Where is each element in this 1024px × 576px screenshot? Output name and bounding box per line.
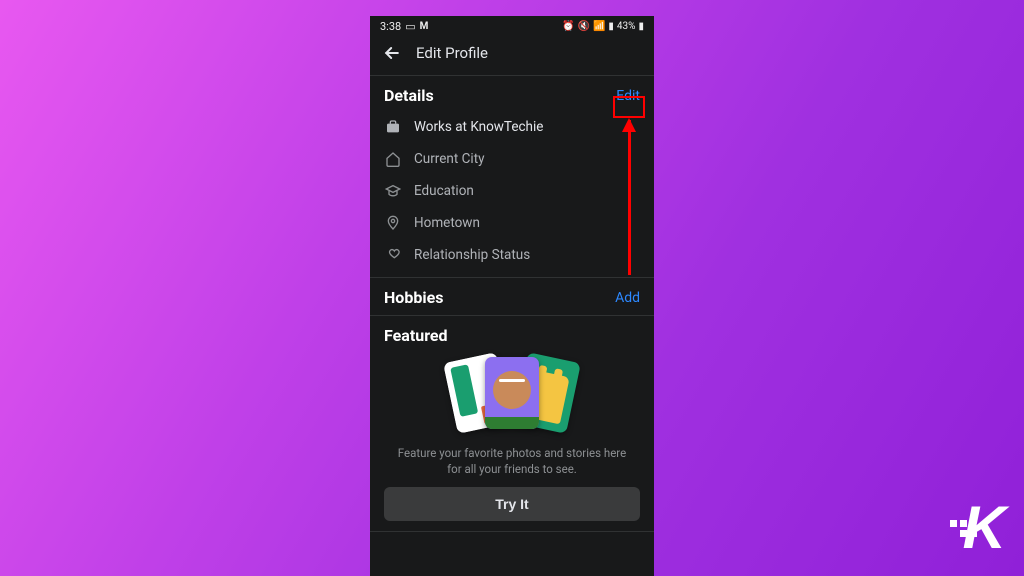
- battery-icon: ▮: [638, 21, 644, 32]
- brand-logo-k: K: [963, 493, 1002, 562]
- signal-icon: ▮: [608, 21, 614, 32]
- status-icon-m: M: [420, 21, 429, 32]
- details-heading: Details: [384, 86, 434, 105]
- status-bar: 3:38 ▭ M ⏰ 🔇 📶 ▮ 43% ▮: [370, 16, 654, 35]
- back-arrow-icon[interactable]: [382, 43, 402, 63]
- alarm-icon: ⏰: [562, 21, 574, 32]
- add-hobbies-link[interactable]: Add: [615, 290, 640, 306]
- detail-row-city[interactable]: Current City: [384, 143, 640, 175]
- heart-icon: [384, 246, 402, 264]
- detail-label: Relationship Status: [414, 247, 530, 263]
- detail-label: Hometown: [414, 215, 480, 231]
- featured-heading: Featured: [384, 326, 448, 345]
- phone-frame: 3:38 ▭ M ⏰ 🔇 📶 ▮ 43% ▮ Edit Profile Deta…: [370, 16, 654, 576]
- mute-icon: 🔇: [577, 21, 589, 32]
- status-icon-square: ▭: [405, 20, 415, 33]
- home-icon: [384, 150, 402, 168]
- section-hobbies: Hobbies Add: [370, 278, 654, 316]
- detail-label: Education: [414, 183, 474, 199]
- try-it-button[interactable]: Try It: [384, 487, 640, 521]
- detail-row-education[interactable]: Education: [384, 175, 640, 207]
- app-bar: Edit Profile: [370, 35, 654, 76]
- briefcase-icon: [384, 118, 402, 136]
- detail-row-hometown[interactable]: Hometown: [384, 207, 640, 239]
- featured-cards: [384, 353, 640, 435]
- wifi-icon: 📶: [593, 21, 605, 32]
- section-details: Details Edit Works at KnowTechie Current…: [370, 76, 654, 278]
- status-time: 3:38: [380, 20, 401, 33]
- battery-text: 43%: [617, 21, 636, 32]
- detail-row-work[interactable]: Works at KnowTechie: [384, 111, 640, 143]
- section-featured: Featured Feature your favorite photos an…: [370, 316, 654, 532]
- featured-description: Feature your favorite photos and stories…: [384, 445, 640, 487]
- location-pin-icon: [384, 214, 402, 232]
- page-title: Edit Profile: [416, 44, 488, 62]
- detail-label: Current City: [414, 151, 485, 167]
- detail-label: Works at KnowTechie: [414, 119, 543, 135]
- detail-row-relationship[interactable]: Relationship Status: [384, 239, 640, 271]
- graduation-cap-icon: [384, 182, 402, 200]
- featured-card-2: [485, 357, 539, 429]
- hobbies-heading: Hobbies: [384, 288, 443, 307]
- edit-details-link[interactable]: Edit: [616, 88, 640, 104]
